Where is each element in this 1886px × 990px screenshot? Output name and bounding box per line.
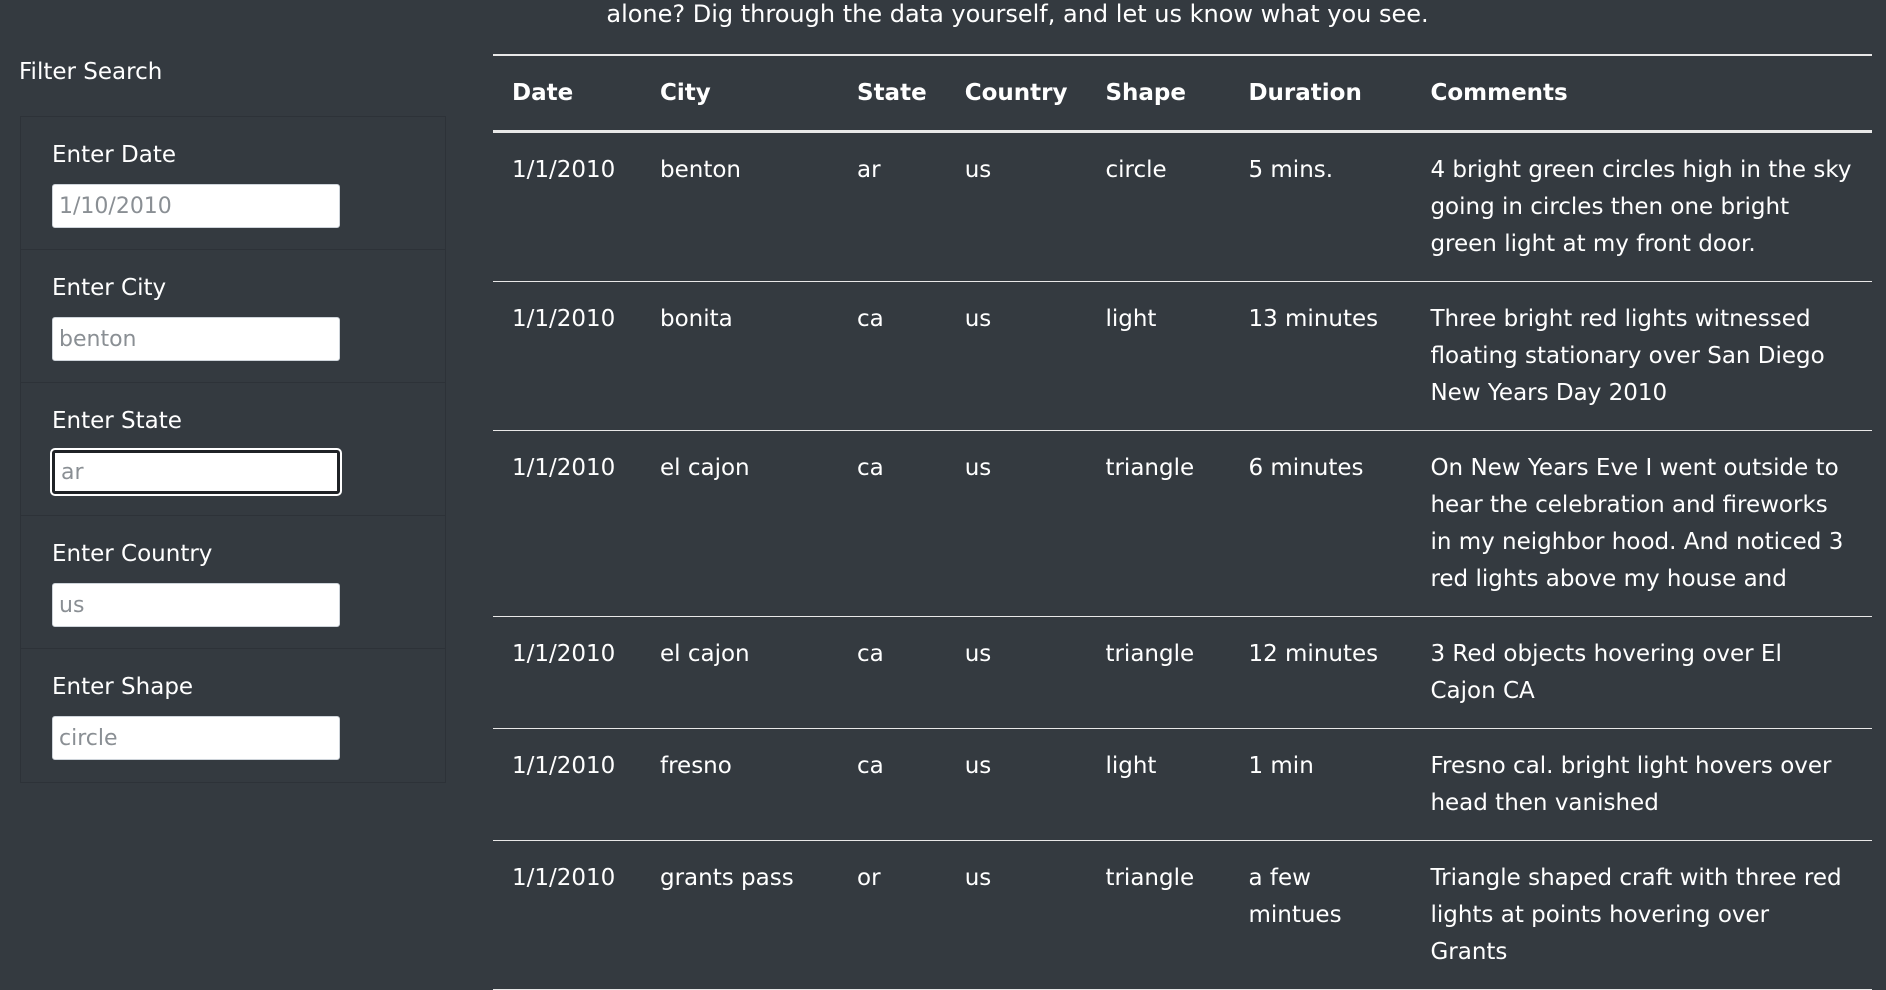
country-filter-label: Enter Country <box>52 541 213 567</box>
cell-shape: light <box>1086 281 1230 431</box>
cell-shape: triangle <box>1086 616 1230 729</box>
filter-list: Enter Date Enter City Enter State Enter … <box>20 116 446 783</box>
filter-search-heading: Filter Search <box>19 59 163 85</box>
state-filter-input[interactable] <box>52 450 340 494</box>
city-filter-label: Enter City <box>52 275 167 301</box>
country-filter-input[interactable] <box>52 583 340 627</box>
cell-state: ca <box>838 616 946 729</box>
cell-date: 1/1/2010 <box>493 131 641 282</box>
column-header-country: Country <box>945 54 1087 133</box>
cell-country: us <box>945 281 1087 431</box>
cell-shape: light <box>1086 728 1230 841</box>
cell-duration: 6 minutes <box>1229 430 1412 617</box>
table-row: 1/1/2010 benton ar us circle 5 mins. 4 b… <box>493 131 1872 282</box>
shape-filter-input[interactable] <box>52 716 340 760</box>
cell-city: el cajon <box>641 430 838 617</box>
column-header-date: Date <box>493 54 641 133</box>
cell-date: 1/1/2010 <box>493 430 641 617</box>
table-header: Date City State Country Shape Duration C… <box>493 54 1872 133</box>
intro-text: alone? Dig through the data yourself, an… <box>606 0 1429 28</box>
column-header-shape: Shape <box>1086 54 1230 133</box>
column-header-city: City <box>641 54 838 133</box>
cell-city: bonita <box>641 281 838 431</box>
cell-duration: 13 minutes <box>1229 281 1412 431</box>
cell-date: 1/1/2010 <box>493 616 641 729</box>
cell-country: us <box>945 616 1087 729</box>
cell-state: or <box>838 840 946 990</box>
table-row: 1/1/2010 el cajon ca us triangle 12 minu… <box>493 616 1872 729</box>
cell-duration: 1 min <box>1229 728 1412 841</box>
state-filter-label: Enter State <box>52 408 182 434</box>
filter-item-city: Enter City <box>21 250 445 383</box>
cell-country: us <box>945 840 1087 990</box>
cell-comments: 4 bright green circles high in the sky g… <box>1411 131 1872 282</box>
filter-item-state: Enter State <box>21 383 445 516</box>
table-row: 1/1/2010 grants pass or us triangle a fe… <box>493 840 1872 990</box>
cell-city: grants pass <box>641 840 838 990</box>
table-row: 1/1/2010 bonita ca us light 13 minutes T… <box>493 281 1872 431</box>
column-header-comments: Comments <box>1411 54 1872 133</box>
cell-date: 1/1/2010 <box>493 840 641 990</box>
cell-comments: On New Years Eve I went outside to hear … <box>1411 430 1872 617</box>
cell-date: 1/1/2010 <box>493 728 641 841</box>
cell-shape: circle <box>1086 131 1230 282</box>
cell-comments: Triangle shaped craft with three red lig… <box>1411 840 1872 990</box>
table-body: 1/1/2010 benton ar us circle 5 mins. 4 b… <box>493 131 1872 990</box>
column-header-state: State <box>838 54 946 133</box>
cell-shape: triangle <box>1086 840 1230 990</box>
cell-state: ca <box>838 281 946 431</box>
shape-filter-label: Enter Shape <box>52 674 194 700</box>
cell-country: us <box>945 728 1087 841</box>
ufo-sightings-table: Date City State Country Shape Duration C… <box>493 54 1872 990</box>
filter-item-country: Enter Country <box>21 516 445 649</box>
cell-comments: Three bright red lights witnessed floati… <box>1411 281 1872 431</box>
cell-city: benton <box>641 131 838 282</box>
cell-shape: triangle <box>1086 430 1230 617</box>
table-row: 1/1/2010 el cajon ca us triangle 6 minut… <box>493 430 1872 617</box>
filter-item-date: Enter Date <box>21 117 445 250</box>
date-filter-input[interactable] <box>52 184 340 228</box>
cell-date: 1/1/2010 <box>493 281 641 431</box>
cell-city: fresno <box>641 728 838 841</box>
column-header-duration: Duration <box>1229 54 1412 133</box>
cell-city: el cajon <box>641 616 838 729</box>
cell-comments: Fresno cal. bright light hovers over hea… <box>1411 728 1872 841</box>
cell-duration: 5 mins. <box>1229 131 1412 282</box>
cell-state: ar <box>838 131 946 282</box>
cell-state: ca <box>838 728 946 841</box>
filter-item-shape: Enter Shape <box>21 649 445 782</box>
table-header-row: Date City State Country Shape Duration C… <box>493 54 1872 133</box>
cell-duration: a few mintues <box>1229 840 1412 990</box>
table-row: 1/1/2010 fresno ca us light 1 min Fresno… <box>493 728 1872 841</box>
cell-comments: 3 Red objects hovering over El Cajon CA <box>1411 616 1872 729</box>
cell-country: us <box>945 430 1087 617</box>
date-filter-label: Enter Date <box>52 142 177 168</box>
cell-duration: 12 minutes <box>1229 616 1412 729</box>
cell-country: us <box>945 131 1087 282</box>
cell-state: ca <box>838 430 946 617</box>
city-filter-input[interactable] <box>52 317 340 361</box>
